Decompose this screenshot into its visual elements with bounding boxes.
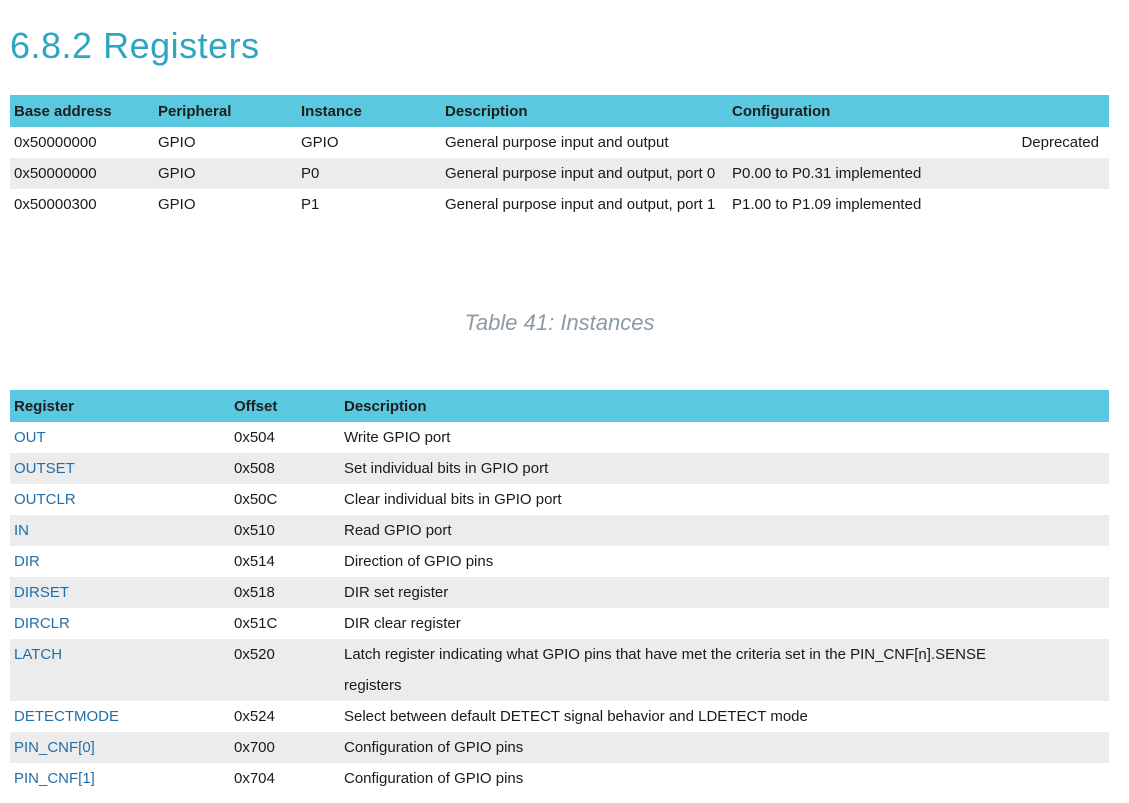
register-link-dirset[interactable]: DIRSET [14, 584, 69, 601]
cell-instance: P0 [297, 158, 441, 189]
cell-peripheral: GPIO [154, 158, 297, 189]
cell-configuration: P0.00 to P0.31 implemented [728, 158, 1016, 189]
table-row: 0x50000000 GPIO P0 General purpose input… [10, 158, 1109, 189]
register-link-pin-cnf-0[interactable]: PIN_CNF[0] [14, 739, 95, 756]
table-row: 0x50000000 GPIO GPIO General purpose inp… [10, 127, 1109, 158]
table-row: PIN_CNF[0] 0x700 Configuration of GPIO p… [10, 732, 1109, 763]
column-header-offset: Offset [230, 390, 340, 422]
cell-offset: 0x514 [234, 553, 275, 570]
page-title: 6.8.2 Registers [10, 25, 260, 67]
cell-peripheral: GPIO [158, 196, 196, 213]
register-link-out[interactable]: OUT [14, 429, 46, 446]
register-link-outset[interactable]: OUTSET [14, 460, 75, 477]
column-header-configuration: Configuration [728, 95, 1016, 127]
table-header-row: Base address Peripheral Instance Descrip… [10, 95, 1109, 127]
cell-description: Direction of GPIO pins [344, 553, 494, 570]
table-header-row: Register Offset Description [10, 390, 1109, 422]
cell-offset: 0x504 [234, 429, 275, 446]
register-link-in[interactable]: IN [14, 522, 29, 539]
column-header-register: Register [10, 390, 230, 422]
table-row: OUT 0x504 Write GPIO port [10, 422, 1109, 453]
register-link-dir[interactable]: DIR [14, 553, 40, 570]
column-header-description: Description [340, 390, 1109, 422]
column-header-description: Description [441, 95, 728, 127]
cell-peripheral: GPIO [158, 134, 196, 151]
cell-description: General purpose input and output, port 0 [441, 158, 728, 189]
register-link-latch[interactable]: LATCH [14, 646, 62, 663]
cell-offset: 0x50C [234, 491, 278, 508]
register-link-detectmode[interactable]: DETECTMODE [14, 708, 119, 725]
cell-description: Set individual bits in GPIO port [340, 453, 1109, 484]
cell-offset: 0x510 [230, 515, 340, 546]
cell-note: Deprecated [1021, 134, 1099, 151]
table-row: DIRCLR 0x51C DIR clear register [10, 608, 1109, 639]
register-link-dirclr[interactable]: DIRCLR [14, 615, 70, 632]
table-row: PIN_CNF[1] 0x704 Configuration of GPIO p… [10, 763, 1109, 794]
cell-description: Select between default DETECT signal beh… [344, 708, 808, 725]
cell-description: Configuration of GPIO pins [340, 732, 1109, 763]
cell-offset: 0x518 [230, 577, 340, 608]
register-link-outclr[interactable]: OUTCLR [14, 491, 76, 508]
cell-offset: 0x700 [230, 732, 340, 763]
cell-base-address: 0x50000300 [14, 196, 97, 213]
cell-description: General purpose input and output, port 1 [445, 196, 716, 213]
cell-description: Latch register indicating what GPIO pins… [340, 639, 1109, 701]
cell-base-address: 0x50000000 [14, 134, 97, 151]
cell-note [1016, 158, 1109, 189]
cell-configuration: P1.00 to P1.09 implemented [732, 196, 922, 213]
cell-description: Read GPIO port [340, 515, 1109, 546]
table-row: 0x50000300 GPIO P1 General purpose input… [10, 189, 1109, 220]
cell-description: Clear individual bits in GPIO port [344, 491, 562, 508]
table-row: DIRSET 0x518 DIR set register [10, 577, 1109, 608]
table-row: OUTCLR 0x50C Clear individual bits in GP… [10, 484, 1109, 515]
column-header-base-address: Base address [10, 95, 154, 127]
cell-offset: 0x51C [234, 615, 278, 632]
register-link-pin-cnf-1[interactable]: PIN_CNF[1] [14, 770, 95, 787]
table-row: LATCH 0x520 Latch register indicating wh… [10, 639, 1109, 701]
cell-description: DIR clear register [344, 615, 461, 632]
cell-offset: 0x520 [230, 639, 340, 701]
cell-base-address: 0x50000000 [10, 158, 154, 189]
cell-description: Configuration of GPIO pins [344, 770, 524, 787]
table-caption: Table 41: Instances [464, 310, 655, 335]
cell-instance: P1 [301, 196, 320, 213]
cell-note [1016, 189, 1109, 220]
table-row: DIR 0x514 Direction of GPIO pins [10, 546, 1109, 577]
cell-instance: GPIO [301, 134, 339, 151]
cell-offset: 0x524 [234, 708, 275, 725]
instances-table: Base address Peripheral Instance Descrip… [10, 95, 1109, 220]
table-row: IN 0x510 Read GPIO port [10, 515, 1109, 546]
cell-description: Write GPIO port [344, 429, 451, 446]
column-header-instance: Instance [297, 95, 441, 127]
column-header-peripheral: Peripheral [154, 95, 297, 127]
cell-offset: 0x508 [230, 453, 340, 484]
cell-description: General purpose input and output [445, 134, 669, 151]
cell-offset: 0x704 [234, 770, 275, 787]
cell-description: DIR set register [340, 577, 1109, 608]
registers-table: Register Offset Description OUT 0x504 Wr… [10, 390, 1109, 794]
table-row: DETECTMODE 0x524 Select between default … [10, 701, 1109, 732]
table-row: OUTSET 0x508 Set individual bits in GPIO… [10, 453, 1109, 484]
column-header-note [1016, 95, 1109, 127]
cell-configuration [728, 127, 1016, 158]
